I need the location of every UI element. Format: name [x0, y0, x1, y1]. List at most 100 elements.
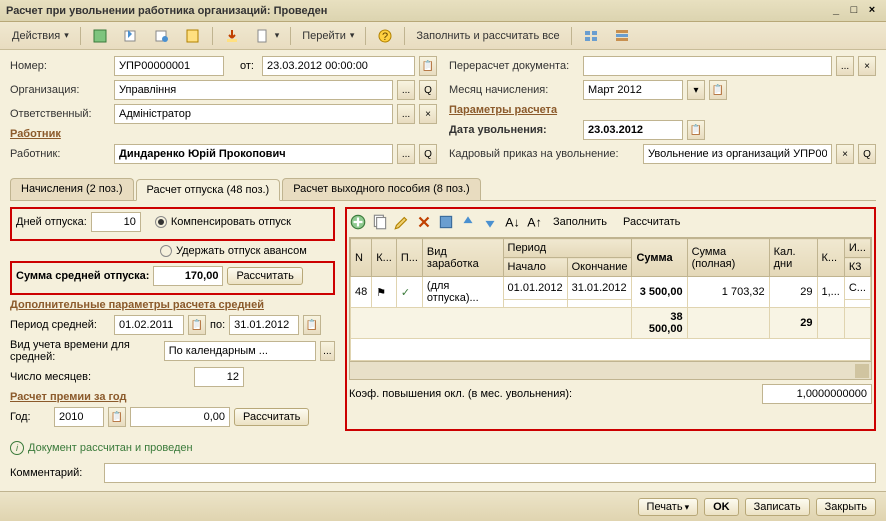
tab-accruals[interactable]: Начисления (2 поз.) [10, 178, 134, 200]
number-input[interactable] [114, 56, 224, 76]
col-p: П... [396, 239, 422, 277]
timetype-label: Вид учета времени для средней: [10, 339, 160, 363]
maximize-button[interactable]: □ [846, 4, 862, 18]
tb-icon-5[interactable] [218, 26, 246, 46]
order-input[interactable] [643, 144, 832, 164]
ot-date-input[interactable] [262, 56, 415, 76]
org-ellipsis-button[interactable]: ... [397, 80, 415, 100]
save-button[interactable]: Записать [745, 498, 810, 516]
dismiss-cal-button[interactable]: 📋 [687, 120, 705, 140]
ok-button[interactable]: OK [704, 498, 739, 516]
dismiss-date-input[interactable] [583, 120, 683, 140]
tb-icon-1[interactable] [86, 26, 114, 46]
fill-and-calc-button[interactable]: Заполнить и рассчитать все [410, 28, 565, 44]
copy-icon[interactable] [371, 213, 389, 231]
comment-input[interactable] [104, 463, 876, 483]
close-form-button[interactable]: Закрыть [816, 498, 876, 516]
grid-toolbar: A↓ A↑ Заполнить Рассчитать [349, 211, 872, 237]
timetype-input[interactable] [164, 341, 316, 361]
withhold-radio[interactable] [160, 245, 172, 257]
compensate-radio[interactable] [155, 216, 167, 228]
col-i: И... [844, 239, 870, 258]
flag-icon: ⚑ [376, 287, 386, 299]
order-lookup-button[interactable]: Q [858, 144, 876, 164]
bonus-input[interactable] [130, 407, 230, 427]
data-grid[interactable]: N К... П... Вид заработка Период Сумма С… [349, 237, 872, 380]
close-button[interactable]: × [864, 4, 880, 18]
tb-icon-view2[interactable] [608, 26, 636, 46]
year-input[interactable] [54, 407, 104, 427]
calc-avg-button[interactable]: Рассчитать [227, 267, 302, 285]
sort-asc-icon[interactable]: A↓ [503, 213, 521, 231]
order-label: Кадровый приказ на увольнение: [449, 148, 639, 160]
period-to-input[interactable] [229, 315, 299, 335]
form-header: Номер: от: 📋 Организация: ... Q Ответств… [0, 50, 886, 174]
resp-ellipsis-button[interactable]: ... [397, 104, 415, 124]
grid-scrollbar[interactable] [350, 361, 871, 379]
coef-input[interactable] [762, 384, 872, 404]
org-lookup-button[interactable]: Q [419, 80, 437, 100]
calc-bonus-button[interactable]: Рассчитать [234, 408, 309, 426]
tab-severance[interactable]: Расчет выходного пособия (8 поз.) [282, 178, 480, 200]
avg-sum-box: Сумма средней отпуска: Рассчитать [10, 261, 335, 295]
main-toolbar: Действия Перейти ? Заполнить и рассчитат… [0, 22, 886, 50]
tb-icon-view1[interactable] [577, 26, 605, 46]
resp-clear-button[interactable]: × [419, 104, 437, 124]
params-section-header: Параметры расчета [449, 104, 876, 116]
help-button[interactable]: ? [371, 26, 399, 46]
recalc-clear-button[interactable]: × [858, 56, 876, 76]
period-to-cal[interactable]: 📋 [303, 315, 321, 335]
avg-input[interactable] [153, 266, 223, 286]
col-sum: Сумма [632, 239, 687, 277]
recalc-label: Перерасчет документа: [449, 60, 579, 72]
titlebar: Расчет при увольнении работника организа… [0, 0, 886, 22]
period-from-input[interactable] [114, 315, 184, 335]
tb-icon-4[interactable] [179, 26, 207, 46]
responsible-label: Ответственный: [10, 108, 110, 120]
total-row: 38 500,00 29 [351, 308, 871, 339]
down-icon[interactable] [481, 213, 499, 231]
col-k: К... [372, 239, 397, 277]
number-label: Номер: [10, 60, 110, 72]
month-cal-button[interactable]: 📋 [709, 80, 727, 100]
grid-calc-button[interactable]: Рассчитать [617, 214, 686, 230]
status-line: i Документ рассчитан и проведен [0, 437, 886, 459]
add-icon[interactable] [349, 213, 367, 231]
up-icon[interactable] [459, 213, 477, 231]
days-input[interactable] [91, 212, 141, 232]
worker-lookup-button[interactable]: Q [419, 144, 437, 164]
actions-menu[interactable]: Действия [6, 28, 75, 44]
avg-label: Сумма средней отпуска: [16, 270, 149, 282]
recalc-input[interactable] [583, 56, 832, 76]
month-input[interactable] [583, 80, 683, 100]
tb-icon-6[interactable] [249, 26, 286, 46]
table-row: 48 ⚑ ✓ (для отпуска)... 01.01.2012 31.01… [351, 277, 871, 300]
goto-menu[interactable]: Перейти [296, 28, 360, 44]
period-from-cal[interactable]: 📋 [188, 315, 206, 335]
print-button[interactable]: Печать [638, 498, 699, 516]
worker-ellipsis-button[interactable]: ... [397, 144, 415, 164]
tb-icon-2[interactable] [117, 26, 145, 46]
minimize-button[interactable]: _ [828, 4, 844, 18]
tab-vacation-calc[interactable]: Расчет отпуска (48 поз.) [136, 179, 281, 201]
tabs: Начисления (2 поз.) Расчет отпуска (48 п… [10, 178, 876, 201]
timetype-ellipsis[interactable]: ... [320, 341, 335, 361]
year-cal[interactable]: 📋 [108, 407, 126, 427]
months-input[interactable] [194, 367, 244, 387]
worker-input[interactable] [114, 144, 393, 164]
delete-icon[interactable] [415, 213, 433, 231]
order-clear-button[interactable]: × [836, 144, 854, 164]
grid-fill-button[interactable]: Заполнить [547, 214, 613, 230]
edit-icon[interactable] [393, 213, 411, 231]
svg-text:A↓: A↓ [505, 216, 519, 230]
col-n: N [351, 239, 372, 277]
col-days: Кал. дни [769, 239, 817, 277]
responsible-input[interactable] [114, 104, 393, 124]
org-input[interactable] [114, 80, 393, 100]
month-spin-button[interactable]: ▾ [687, 80, 705, 100]
save-icon[interactable] [437, 213, 455, 231]
tb-icon-3[interactable] [148, 26, 176, 46]
sort-desc-icon[interactable]: A↑ [525, 213, 543, 231]
calendar-icon[interactable]: 📋 [419, 56, 437, 76]
recalc-ellipsis-button[interactable]: ... [836, 56, 854, 76]
